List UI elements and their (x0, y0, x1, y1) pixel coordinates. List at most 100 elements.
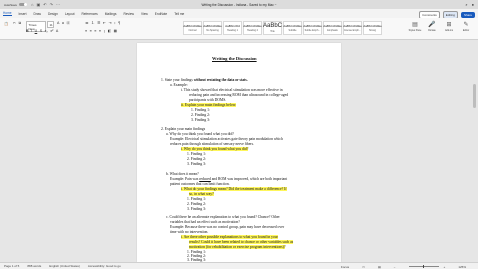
focus-button[interactable]: Focus (341, 265, 349, 269)
editor-icon: ✎ (463, 22, 469, 28)
align-right-icon[interactable]: ≡ (94, 29, 96, 33)
search-icon[interactable]: ⌕ (465, 2, 467, 7)
style-preview: AaBbCcDdEe (343, 24, 362, 28)
font-size-select[interactable]: 11 (47, 21, 54, 28)
style-preview: AaBbCcDdEe (283, 24, 302, 28)
tab-endnote[interactable]: EndNote (155, 12, 167, 16)
dictate-label: Dictate (428, 29, 436, 32)
save-icon[interactable]: ▣ (36, 2, 40, 7)
tab-view[interactable]: View (141, 12, 148, 16)
editor-label: Editor (462, 29, 470, 32)
style-intense-emphasis[interactable]: AaBbCcDdEe Intense Emph... (343, 21, 362, 35)
style-title[interactable]: AaBbC Title (263, 21, 282, 35)
dictate-button[interactable]: 🎤 Dictate (425, 21, 439, 36)
style-no-spacing[interactable]: AaBbCcDdEe No Spacing (203, 21, 222, 35)
home-icon[interactable]: ⌂ (31, 2, 33, 7)
bullets-icon[interactable]: ≔ (85, 21, 89, 26)
finding-line: 2. Finding 2: (187, 157, 206, 161)
style-normal[interactable]: AaBbCcDdEe Normal (183, 21, 202, 35)
tab-tell-me[interactable]: Tell me (174, 12, 184, 16)
tab-layout[interactable]: Layout (65, 12, 75, 16)
strikethrough-icon[interactable]: S (40, 29, 42, 33)
font-color-icon[interactable]: A (56, 29, 58, 33)
paste-icon[interactable]: 📋 (4, 22, 8, 26)
tab-review[interactable]: Review (123, 12, 133, 16)
editor-button[interactable]: ✎ Editor (459, 21, 473, 36)
language-indicator[interactable]: English (United States) (49, 264, 80, 268)
style-heading-2[interactable]: AaBbCcDdEe Heading 2 (243, 21, 262, 35)
sort-icon[interactable]: ↕ (114, 21, 116, 26)
finding-line: 3. Finding 3: (187, 207, 206, 211)
account-icon[interactable]: ● (472, 2, 474, 7)
cut-icon[interactable]: ✂ (13, 21, 16, 25)
style-heading-1[interactable]: AaBbCcDd Heading 1 (223, 21, 242, 35)
web-layout-icon[interactable]: ▤ (378, 265, 381, 269)
add-ins-button[interactable]: ⊞ Add-ins (442, 21, 456, 36)
tab-draw[interactable]: Draw (34, 12, 41, 16)
tab-mailings[interactable]: Mailings (105, 12, 117, 16)
title-bar: AutoSave ⌂ ▣ ↶ ↷ ⋯ Writing the Discussio… (0, 0, 478, 9)
multilevel-list-icon[interactable]: ☰ (97, 21, 100, 26)
style-name: Normal (188, 29, 197, 32)
page-count[interactable]: Page 1 of 5 (4, 264, 19, 268)
zoom-out-icon[interactable]: − (394, 265, 396, 269)
superscript-icon[interactable]: x² (50, 29, 53, 33)
decrease-indent-icon[interactable]: ⇤ (103, 21, 106, 26)
align-center-icon[interactable]: ≡ (90, 29, 92, 33)
zoom-level[interactable]: 125% (458, 265, 466, 269)
tab-home[interactable]: Home (3, 11, 12, 17)
increase-indent-icon[interactable]: ⇥ (108, 21, 111, 26)
grow-font-icon[interactable]: A (57, 21, 59, 26)
finding-line: 2. Finding 2: (191, 113, 210, 117)
zoom-slider[interactable] (408, 264, 439, 269)
numbering-icon[interactable]: ⒈ (91, 21, 95, 26)
style-emphasis[interactable]: AaBbCcDdEe Emphasis (323, 21, 342, 35)
style-preview: AaBbCcDdEe (183, 24, 202, 28)
share-button[interactable]: Share (460, 11, 475, 18)
tab-design[interactable]: Design (48, 12, 58, 16)
subscript-icon[interactable]: x₂ (45, 29, 48, 33)
style-preview: AaBbCcDdEe (203, 24, 222, 28)
style-subtitle[interactable]: AaBbCcDdEe Subtitle (283, 21, 302, 35)
more-icon[interactable]: ⋯ (56, 2, 60, 7)
tab-references[interactable]: References (81, 12, 97, 16)
italic-icon[interactable]: I (31, 29, 32, 33)
word-count[interactable]: 888 words (27, 264, 41, 268)
style-preview: AaBbCcDd (225, 24, 240, 28)
align-left-icon[interactable]: ≡ (85, 29, 87, 33)
item-1-a: a. Example: (170, 83, 188, 87)
pilcrow-icon[interactable]: ¶ (118, 21, 120, 26)
clear-format-icon[interactable]: Ⓐ (66, 21, 70, 26)
print-layout-icon[interactable]: ▭ (362, 265, 365, 269)
style-name: Strong (368, 29, 377, 32)
borders-icon[interactable]: ▦ (114, 29, 117, 33)
tab-insert[interactable]: Insert (19, 12, 27, 16)
line-spacing-icon[interactable]: ↨ (103, 29, 105, 33)
style-strong[interactable]: AaBbCcDdEe Strong (363, 21, 382, 35)
style-subtle-emphasis[interactable]: AaBbCcDdEe Subtle Emph... (303, 21, 322, 35)
style-preview: AaBbCcDdEe (303, 24, 322, 28)
zoom-in-icon[interactable]: + (444, 265, 446, 269)
prompt-line: i. What do your findings mean? Did the t… (181, 187, 287, 191)
item-2-a: a. Why do you think you found what you d… (166, 132, 234, 136)
document-page[interactable]: Writing the Discussion 1. State your fin… (137, 43, 341, 262)
style-name: Intense Emph... (344, 29, 361, 32)
finding-line: 3. Finding 3: (191, 118, 210, 122)
style-preview: AaBbC (263, 23, 283, 29)
vertical-scrollbar[interactable] (473, 84, 476, 108)
document-canvas[interactable]: Writing the Discussion 1. State your fin… (0, 40, 478, 262)
undo-icon[interactable]: ↶ (43, 2, 46, 7)
bold-icon[interactable]: B (26, 29, 29, 33)
accessibility-indicator[interactable]: Accessibility: Good to go (88, 264, 121, 268)
redo-icon[interactable]: ↷ (50, 2, 53, 7)
example-line: Example: Pain was reduced and ROM was im… (170, 177, 287, 181)
justify-icon[interactable]: ≡ (99, 29, 101, 33)
highlighted-prompt: i. What do your findings mean? Did the t… (181, 187, 287, 191)
example-text: and ROM was improved, which are both imp… (210, 177, 288, 181)
underline-icon[interactable]: U (35, 29, 38, 33)
styles-pane-button[interactable]: ▤ Styles Pane (408, 21, 422, 36)
shrink-font-icon[interactable]: a (62, 21, 64, 26)
shading-icon[interactable]: ◧ (108, 29, 111, 33)
copy-icon[interactable]: ⧉ (19, 21, 22, 25)
autosave-toggle[interactable] (19, 2, 28, 7)
